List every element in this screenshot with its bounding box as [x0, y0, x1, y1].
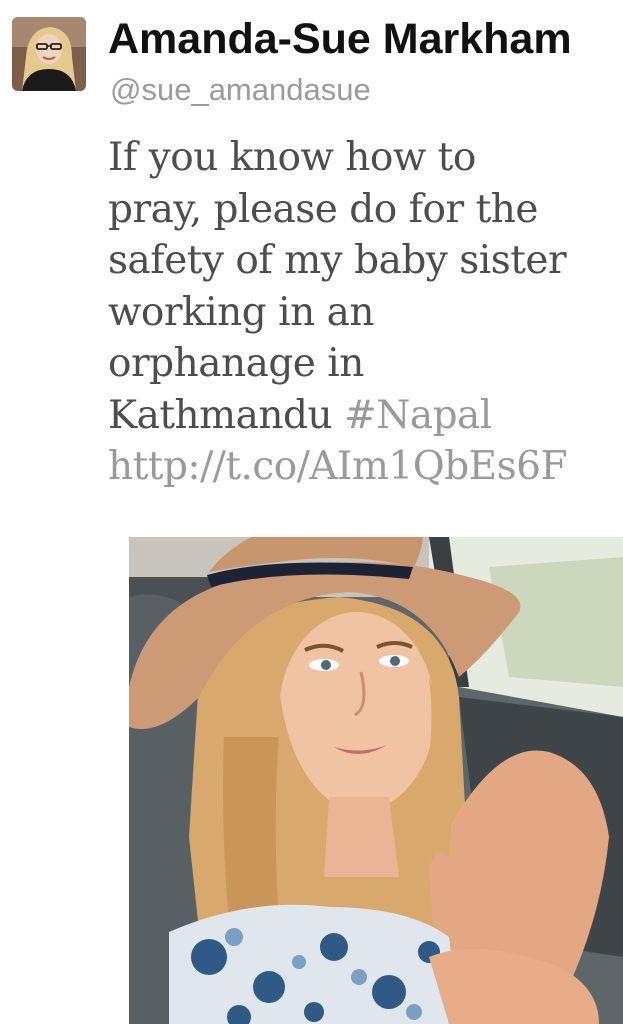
photo-image — [129, 537, 623, 1024]
tweet-text-line: safety of my baby sister — [108, 238, 567, 283]
tweet-text-word: Kathmandu — [108, 392, 333, 438]
tweet-text-line: If you know how to — [108, 135, 476, 180]
tweet-text: If you know how to pray, please do for t… — [108, 132, 620, 493]
tweet-text-line: orphanage in — [108, 341, 364, 386]
tweet-text-line: working in an — [108, 289, 374, 335]
avatar-photo — [12, 17, 86, 91]
tweet-text-line: pray, please do for the — [108, 186, 538, 232]
author-avatar[interactable] — [12, 17, 86, 91]
tweet-url-link[interactable]: http://t.co/AIm1QbEs6F — [108, 441, 620, 493]
tweet-card: Amanda-Sue Markham @sue_amandasue If you… — [0, 0, 623, 1024]
hashtag-link[interactable]: #Napal — [344, 393, 492, 438]
author-handle[interactable]: @sue_amandasue — [110, 70, 371, 110]
tweet-text-line-last: Kathmandu #Napal — [108, 390, 620, 442]
tweet-photo[interactable] — [129, 537, 623, 1024]
author-display-name[interactable]: Amanda-Sue Markham — [108, 10, 572, 68]
